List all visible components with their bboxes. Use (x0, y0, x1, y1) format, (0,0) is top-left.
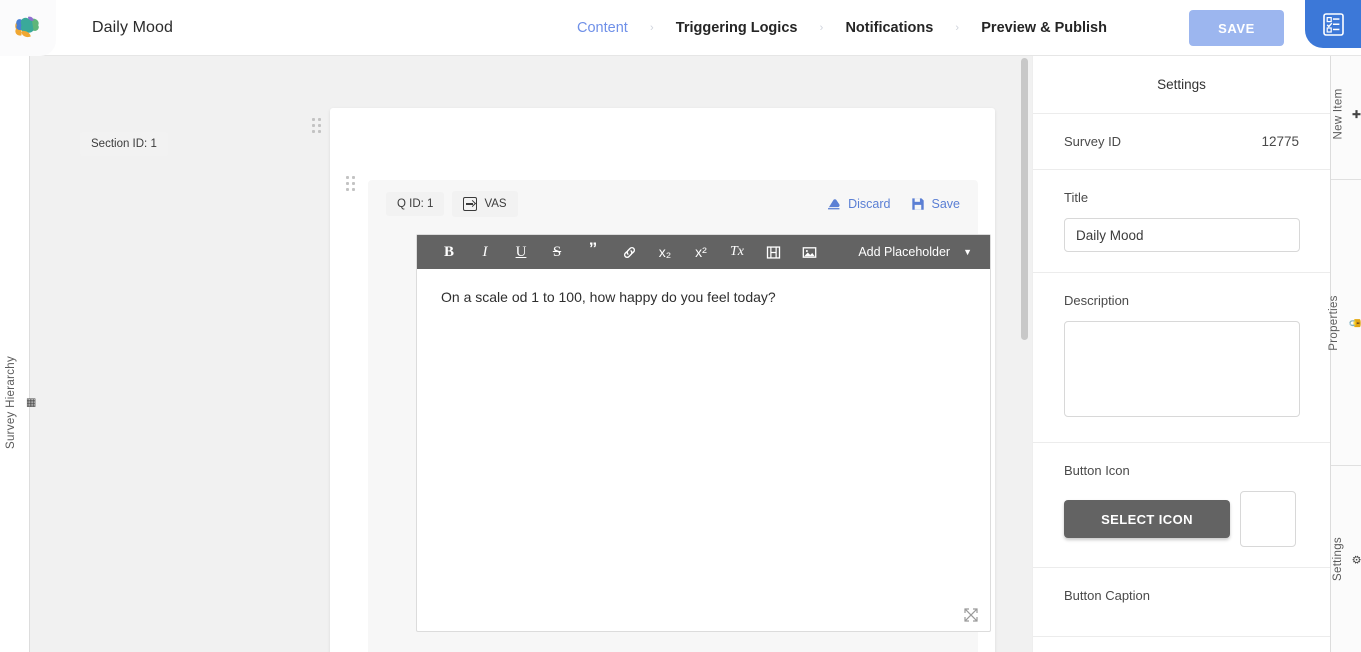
survey-id-label: Survey ID (1064, 134, 1121, 149)
nav-separator: › (799, 22, 843, 34)
survey-items-tab[interactable] (1305, 0, 1361, 48)
canvas-scrollbar-thumb[interactable] (1021, 58, 1028, 340)
sidebar-item-survey-hierarchy[interactable]: ▦ Survey Hierarchy (5, 356, 36, 449)
superscript-button[interactable]: x² (683, 235, 719, 269)
discard-button[interactable]: Discard (827, 197, 890, 211)
question-badges: Q ID: 1 VAS (386, 191, 518, 217)
image-button[interactable] (791, 235, 827, 269)
question-block: Q ID: 1 VAS Discard (368, 180, 978, 652)
add-placeholder-dropdown[interactable]: Add Placeholder ▼ (858, 245, 976, 259)
save-question-button[interactable]: Save (911, 197, 961, 211)
brain-logo-icon (13, 15, 43, 41)
question-header: Q ID: 1 VAS Discard (368, 180, 978, 228)
resize-grip-icon[interactable] (964, 608, 978, 622)
image-icon (802, 245, 817, 260)
hierarchy-grid-icon: ▦ (24, 397, 37, 408)
right-tab-properties[interactable]: 🔒 Properties (1331, 295, 1361, 350)
title-label: Title (1064, 190, 1299, 205)
nav-separator: › (630, 22, 674, 34)
right-tab-label: Settings (1332, 537, 1344, 581)
settings-panel-title: Settings (1033, 56, 1330, 114)
nav-item-content[interactable]: Content (575, 20, 630, 36)
clear-format-button[interactable]: Tx (719, 235, 755, 269)
right-sidebar: ✚ New Item 🔒 Properties ⚙ Settings (1330, 48, 1361, 652)
left-sidebar: ▦ Survey Hierarchy (0, 56, 30, 652)
description-label: Description (1064, 293, 1299, 308)
right-tab-label: New Item (1332, 88, 1344, 139)
canvas-scrollbar[interactable] (1021, 56, 1030, 652)
select-icon-button[interactable]: SELECT ICON (1064, 500, 1230, 538)
gear-icon: ⚙ (1350, 554, 1361, 564)
button-caption-row: Button Caption (1033, 568, 1330, 637)
blockquote-button[interactable]: ” (575, 235, 611, 269)
plus-icon: ✚ (1351, 109, 1361, 119)
eraser-icon (827, 197, 841, 211)
discard-label: Discard (848, 197, 890, 211)
nav-item-triggering-logics[interactable]: Triggering Logics (674, 20, 800, 36)
underline-button[interactable]: U (503, 235, 539, 269)
right-tab-settings[interactable]: ⚙ Settings (1331, 537, 1361, 581)
question-text: On a scale od 1 to 100, how happy do you… (441, 289, 966, 305)
question-id-badge: Q ID: 1 (386, 192, 444, 216)
question-type-label: VAS (484, 198, 506, 210)
italic-button[interactable]: I (467, 235, 503, 269)
save-survey-button[interactable]: SAVE (1189, 10, 1284, 46)
lock-icon: 🔒 (1349, 316, 1361, 330)
editor-content[interactable]: On a scale od 1 to 100, how happy do you… (417, 269, 990, 632)
subscript-button[interactable]: x₂ (647, 235, 683, 269)
strikethrough-button[interactable]: S (539, 235, 575, 269)
button-icon-label: Button Icon (1064, 463, 1299, 478)
question-drag-handle[interactable] (346, 176, 358, 192)
button-caption-label: Button Caption (1064, 588, 1299, 603)
question-type-badge[interactable]: VAS (452, 191, 517, 217)
survey-builder-app: Daily Mood Content › Triggering Logics ›… (0, 0, 1361, 652)
top-bar: Daily Mood Content › Triggering Logics ›… (0, 0, 1361, 56)
survey-id-row: Survey ID 12775 (1033, 114, 1330, 170)
right-tab-label: Properties (1328, 295, 1340, 350)
title-input[interactable] (1064, 218, 1300, 252)
film-icon (766, 245, 781, 260)
save-question-label: Save (932, 197, 961, 211)
input-arrow-icon (463, 197, 477, 211)
title-row: Title (1033, 170, 1330, 273)
section-drag-handle[interactable] (312, 118, 324, 134)
add-placeholder-label: Add Placeholder (858, 245, 950, 259)
nav-item-notifications[interactable]: Notifications (843, 20, 935, 36)
main-nav: Content › Triggering Logics › Notificati… (575, 0, 1109, 56)
app-logo[interactable] (0, 0, 56, 56)
section-id-badge: Section ID: 1 (80, 132, 168, 156)
chevron-down-icon: ▼ (963, 247, 972, 257)
right-tab-new-item[interactable]: ✚ New Item (1331, 88, 1361, 139)
right-tab-properties-segment: 🔒 Properties (1331, 180, 1361, 466)
floppy-disk-icon (911, 197, 925, 211)
settings-panel: Settings Survey ID 12775 Title Descripti… (1032, 56, 1330, 652)
checklist-form-icon (1323, 13, 1344, 36)
rich-text-editor: B I U S ” x₂ x² Tx (416, 234, 991, 632)
survey-canvas: Section ID: 1 Q ID: 1 VAS (30, 56, 1032, 652)
link-icon (622, 245, 637, 260)
page-title: Daily Mood (92, 19, 173, 37)
icon-preview-box (1240, 491, 1296, 547)
button-icon-row: Button Icon SELECT ICON (1033, 443, 1330, 568)
description-row: Description (1033, 273, 1330, 443)
nav-separator: › (935, 22, 979, 34)
sidebar-item-label: Survey Hierarchy (5, 356, 17, 449)
bold-button[interactable]: B (431, 235, 467, 269)
drag-handle-icon (346, 176, 358, 191)
link-button[interactable] (611, 235, 647, 269)
survey-id-value: 12775 (1261, 134, 1299, 149)
right-tab-settings-segment: ⚙ Settings (1331, 466, 1361, 652)
editor-toolbar: B I U S ” x₂ x² Tx (417, 235, 990, 269)
right-tab-new-item-segment: ✚ New Item (1331, 48, 1361, 180)
video-button[interactable] (755, 235, 791, 269)
question-actions: Discard Save (827, 197, 960, 211)
description-textarea[interactable] (1064, 321, 1300, 417)
nav-item-preview-publish[interactable]: Preview & Publish (979, 20, 1109, 36)
drag-handle-icon (312, 118, 324, 133)
